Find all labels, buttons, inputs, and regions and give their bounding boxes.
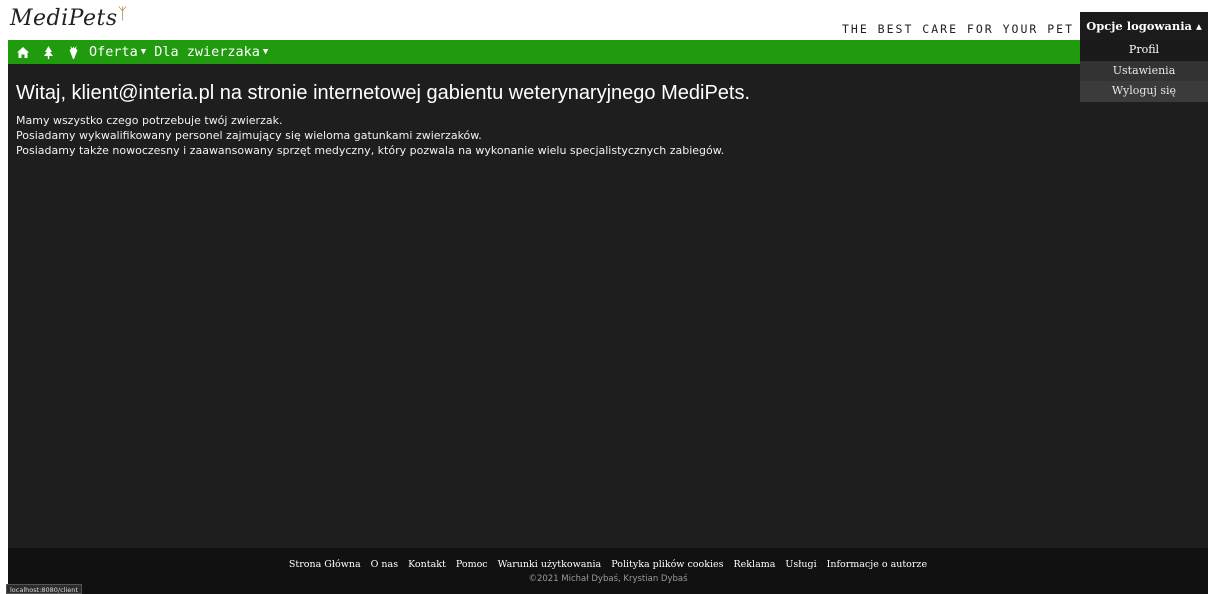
footer: Strona Główna O nas Kontakt Pomoc Warunk…: [8, 548, 1208, 594]
footer-link-pomoc[interactable]: Pomoc: [456, 559, 488, 570]
footer-link-kontakt[interactable]: Kontakt: [408, 559, 446, 570]
footer-link-reklama[interactable]: Reklama: [734, 559, 776, 570]
footer-link-uslugi[interactable]: Usługi: [785, 559, 816, 570]
login-options-button[interactable]: Opcje logowania ▴: [1080, 12, 1208, 40]
caret-down-icon: ▼: [262, 47, 269, 57]
intro-paragraph-3: Posiadamy także nowoczesny i zaawansowan…: [16, 144, 725, 157]
menu-item-wyloguj[interactable]: Wyloguj się: [1080, 81, 1208, 102]
nav-link-dla-zwierzaka-label: Dla zwierzaka: [154, 44, 260, 60]
copyright: ©2021 Michał Dybaś, Krystian Dybaś: [528, 574, 688, 584]
logo-sprout-icon: ᛉ: [117, 4, 128, 23]
menu-item-profil[interactable]: Profil: [1080, 40, 1208, 61]
logo[interactable]: MediPetsᛉ: [10, 4, 128, 31]
footer-links: Strona Główna O nas Kontakt Pomoc Warunk…: [8, 559, 1208, 570]
footer-link-warunki[interactable]: Warunki użytkowania: [498, 559, 602, 570]
nav-link-oferta-label: Oferta: [89, 44, 138, 60]
login-options-label: Opcje logowania: [1086, 19, 1193, 33]
logo-text: MediPets: [10, 6, 118, 31]
welcome-heading: Witaj, klient@interia.pl na stronie inte…: [16, 82, 751, 104]
footer-link-cookies[interactable]: Polityka plików cookies: [611, 559, 723, 570]
footer-link-strona-glowna[interactable]: Strona Główna: [289, 559, 361, 570]
caret-up-icon: ▴: [1196, 19, 1202, 33]
footer-link-informacje[interactable]: Informacje o autorze: [827, 559, 927, 570]
home-icon[interactable]: [14, 40, 32, 64]
main-content: Witaj, klient@interia.pl na stronie inte…: [8, 64, 1208, 548]
top-bar: MediPetsᛉ THE BEST CARE FOR YOUR PET: [0, 0, 1208, 40]
main-navbar: Oferta ▼ Dla zwierzaka ▼: [8, 40, 1080, 64]
intro-paragraph-2: Posiadamy wykwalifikowany personel zajmu…: [16, 129, 482, 142]
nav-link-dla-zwierzaka[interactable]: Dla zwierzaka ▼: [154, 44, 268, 60]
nav-link-oferta[interactable]: Oferta ▼: [89, 44, 146, 60]
tree-icon[interactable]: [39, 40, 57, 64]
caret-down-icon: ▼: [140, 47, 147, 57]
footer-link-o-nas[interactable]: O nas: [371, 559, 398, 570]
status-bar-url: localhost:8080/client: [6, 584, 82, 594]
menu-item-ustawienia[interactable]: Ustawienia: [1080, 60, 1208, 81]
carrot-icon[interactable]: [64, 40, 82, 64]
tagline: THE BEST CARE FOR YOUR PET: [841, 22, 1074, 36]
login-options-menu: Profil Ustawienia Wyloguj się: [1080, 40, 1208, 102]
intro-paragraph-1: Mamy wszystko czego potrzebuje twój zwie…: [16, 114, 283, 127]
